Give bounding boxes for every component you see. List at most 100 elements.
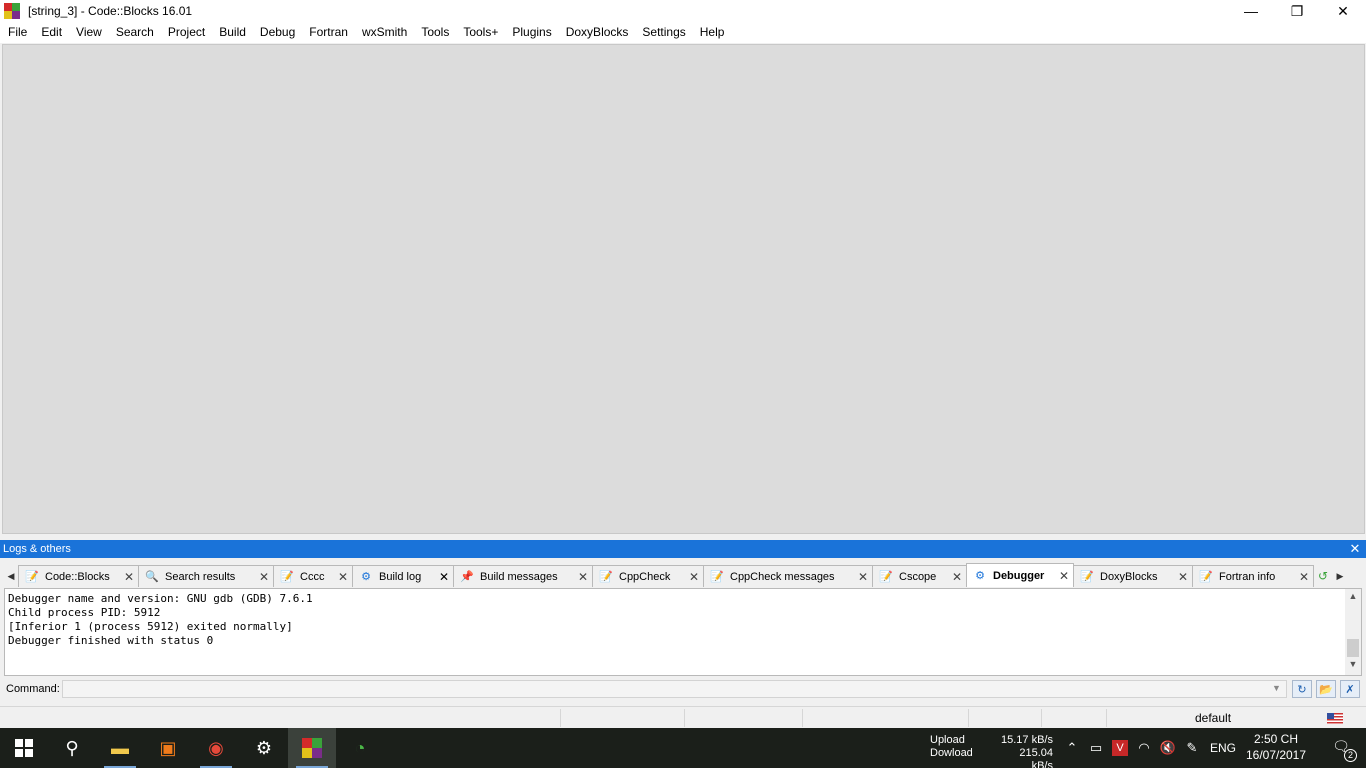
close-button[interactable]: ✕	[1320, 0, 1366, 22]
clear-button[interactable]: ✗	[1340, 680, 1360, 698]
magnifier-icon: 🔍	[145, 571, 159, 583]
menu-project[interactable]: Project	[161, 22, 212, 43]
tab-label: Cscope	[899, 570, 937, 583]
menu-edit[interactable]: Edit	[34, 22, 69, 43]
menu-fortran[interactable]: Fortran	[302, 22, 355, 43]
tab-close-icon[interactable]: ✕	[1059, 569, 1069, 583]
tab-close-icon[interactable]: ✕	[1299, 570, 1309, 584]
search-button[interactable]: ⚲	[48, 728, 96, 768]
codeblocks-taskbar-button[interactable]	[288, 728, 336, 768]
status-separator	[684, 709, 685, 727]
battery-icon[interactable]: ▭	[1084, 740, 1108, 756]
page-edit-icon: 📝	[25, 571, 39, 583]
show-hidden-icons-chevron-up-icon[interactable]: ⌃	[1060, 740, 1084, 756]
scroll-up-icon[interactable]: ▲	[1345, 591, 1361, 605]
status-separator	[1106, 709, 1107, 727]
scroll-down-icon[interactable]: ▼	[1345, 659, 1361, 673]
tab-cppcheck-messages[interactable]: 📝 CppCheck messages ✕	[703, 565, 873, 587]
tab-close-icon[interactable]: ✕	[1178, 570, 1188, 584]
menu-plugins[interactable]: Plugins	[505, 22, 558, 43]
overflow-tab-icon[interactable]: ↺	[1313, 565, 1333, 587]
pen-icon[interactable]: ✎	[1180, 740, 1204, 756]
wifi-icon[interactable]: ◠	[1132, 740, 1156, 756]
tab-cscope[interactable]: 📝 Cscope ✕	[872, 565, 967, 587]
log-scrollbar[interactable]: ▲ ▼	[1345, 589, 1361, 675]
tab-debugger[interactable]: ⚙ Debugger ✕	[966, 563, 1074, 587]
file-explorer-button[interactable]: ▬	[96, 728, 144, 768]
tab-label: Build messages	[480, 570, 558, 583]
logs-tab-strip: ◀ 📝 Code::Blocks ✕ 🔍 Search results ✕ 📝 …	[0, 561, 1366, 587]
title-bar: [string_3] - Code::Blocks 16.01 — ❐ ✕	[0, 0, 1366, 22]
chrome-button[interactable]: ◉	[192, 728, 240, 768]
menu-doxyblocks[interactable]: DoxyBlocks	[559, 22, 636, 43]
menu-wxsmith[interactable]: wxSmith	[355, 22, 414, 43]
foxit-reader-button[interactable]: ▣	[144, 728, 192, 768]
tab-label: CppCheck	[619, 570, 671, 583]
tab-label: Build log	[379, 570, 422, 583]
tab-build-log[interactable]: ⚙ Build log ✕	[352, 565, 454, 587]
tab-close-icon[interactable]: ✕	[338, 570, 348, 584]
menu-tools-plus[interactable]: Tools+	[456, 22, 505, 43]
pdf-reader-icon: ▣	[159, 737, 177, 758]
tab-close-icon[interactable]: ✕	[439, 570, 449, 584]
menu-file[interactable]: File	[1, 22, 34, 43]
menu-debug[interactable]: Debug	[253, 22, 302, 43]
menu-settings[interactable]: Settings	[635, 22, 692, 43]
tab-search-results[interactable]: 🔍 Search results ✕	[138, 565, 274, 587]
tab-fortran-info[interactable]: 📝 Fortran info ✕	[1192, 565, 1314, 587]
window-controls: — ❐ ✕	[1228, 0, 1366, 22]
debugger-log-output[interactable]: Debugger name and version: GNU gdb (GDB)…	[4, 588, 1362, 676]
start-button[interactable]	[0, 728, 48, 768]
tab-close-icon[interactable]: ✕	[259, 570, 269, 584]
tab-scroll-right-icon[interactable]: ▶	[1333, 565, 1347, 587]
scroll-thumb[interactable]	[1347, 639, 1359, 657]
menu-bar: File Edit View Search Project Build Debu…	[0, 22, 1366, 43]
log-line: Child process PID: 5912	[8, 606, 161, 619]
clock[interactable]: 2:50 CH 16/07/2017	[1245, 731, 1307, 763]
command-input[interactable]	[62, 680, 1287, 698]
tab-close-icon[interactable]: ✕	[858, 570, 868, 584]
load-file-button[interactable]: ↻	[1292, 680, 1312, 698]
status-separator	[802, 709, 803, 727]
command-label: Command:	[6, 683, 60, 695]
menu-search[interactable]: Search	[109, 22, 161, 43]
command-row: Command: ▼ ↻ 📂 ✗	[0, 678, 1366, 700]
restore-button[interactable]: ❐	[1274, 0, 1320, 22]
tab-close-icon[interactable]: ✕	[578, 570, 588, 584]
log-line: [Inferior 1 (process 5912) exited normal…	[8, 620, 293, 633]
logs-panel-close-button[interactable]: ✕	[1348, 541, 1362, 557]
menu-tools[interactable]: Tools	[414, 22, 456, 43]
open-folder-button[interactable]: 📂	[1316, 680, 1336, 698]
menu-view[interactable]: View	[69, 22, 109, 43]
upload-speed: 15.17 kB/s	[1001, 734, 1053, 746]
antivirus-icon[interactable]: V	[1112, 740, 1128, 756]
system-tray: ⌃ ▭ V ◠ 🔇 ✎ ENG	[1060, 728, 1236, 768]
codeblocks-logo-icon	[302, 738, 322, 758]
editor-area[interactable]	[2, 44, 1365, 534]
tab-build-messages[interactable]: 📌 Build messages ✕	[453, 565, 593, 587]
tab-cccc[interactable]: 📝 Cccc ✕	[273, 565, 353, 587]
minimize-button[interactable]: —	[1228, 0, 1274, 22]
tab-codeblocks[interactable]: 📝 Code::Blocks ✕	[18, 565, 139, 587]
input-language[interactable]: ENG	[1210, 741, 1236, 755]
action-center-button[interactable]: 🗨 2	[1330, 738, 1357, 762]
tab-label: Cccc	[300, 570, 325, 583]
tab-close-icon[interactable]: ✕	[124, 570, 134, 584]
tab-close-icon[interactable]: ✕	[952, 570, 962, 584]
menu-help[interactable]: Help	[693, 22, 732, 43]
codeblocks-logo-icon	[4, 3, 20, 19]
coccoc-button[interactable]: ◔	[336, 728, 384, 768]
page-edit-icon: 📝	[599, 571, 613, 583]
tab-close-icon[interactable]: ✕	[689, 570, 699, 584]
menu-build[interactable]: Build	[212, 22, 253, 43]
tab-cppcheck[interactable]: 📝 CppCheck ✕	[592, 565, 704, 587]
tab-doxyblocks[interactable]: 📝 DoxyBlocks ✕	[1073, 565, 1193, 587]
chrome-icon: ◉	[208, 737, 224, 758]
page-edit-icon: 📝	[1080, 571, 1094, 583]
clock-time: 2:50 CH	[1253, 732, 1299, 746]
tab-scroll-left-icon[interactable]: ◀	[4, 565, 18, 587]
volume-muted-icon[interactable]: 🔇	[1156, 740, 1180, 756]
search-icon: ⚲	[65, 737, 79, 758]
settings-button[interactable]: ⚙	[240, 728, 288, 768]
download-speed: 215.04 kB/s	[1019, 747, 1053, 768]
